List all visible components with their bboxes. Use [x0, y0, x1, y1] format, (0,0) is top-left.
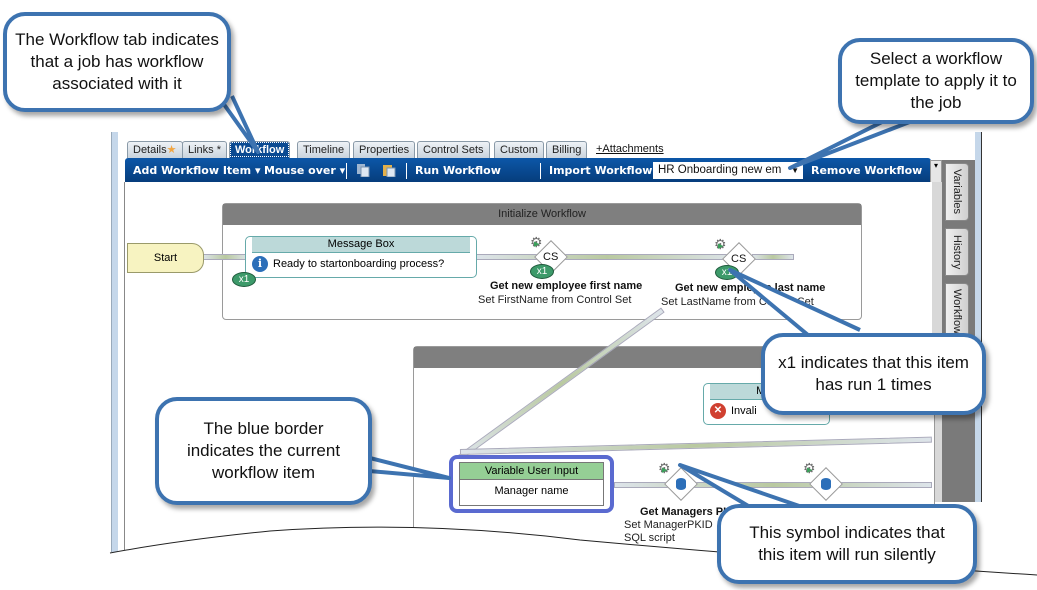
- callout-workflow-tab: The Workflow tab indicates that a job ha…: [3, 12, 231, 112]
- callout-template: Select a workflow template to apply it t…: [838, 38, 1034, 124]
- callout-run-count: x1 indicates that this item has run 1 ti…: [761, 333, 986, 415]
- callout-blue-border: The blue border indicates the current wo…: [155, 397, 372, 505]
- callout-silent-run: This symbol indicates that this item wil…: [717, 504, 977, 584]
